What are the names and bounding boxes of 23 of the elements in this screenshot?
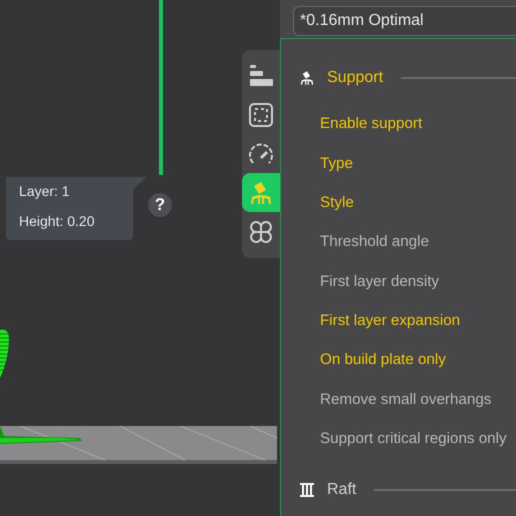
layer-info-text: Height: 0.20 <box>19 213 96 229</box>
support-icon <box>248 180 274 206</box>
shell-icon <box>248 102 274 128</box>
setting-label: Remove small overhangs <box>319 390 492 410</box>
section-title[interactable]: Raft <box>327 481 356 499</box>
setting-label: On build plate only <box>319 350 447 370</box>
setting-label: First layer density <box>319 272 440 292</box>
model-drawing <box>0 330 10 378</box>
setting-label: First layer expansion <box>319 310 462 331</box>
speed-icon <box>248 140 274 166</box>
setting-label: Type <box>319 154 354 174</box>
setting-label: Threshold angle <box>319 232 430 252</box>
quality-icon <box>248 62 274 88</box>
raft-icon <box>299 482 315 498</box>
setting-label: Support critical regions only <box>319 428 508 449</box>
other-icon <box>248 218 274 244</box>
layer-info-text: Layer: 1 <box>19 183 71 199</box>
profile-dropdown[interactable]: *0.16mm Optimal <box>293 6 516 36</box>
setting-label: Enable support <box>319 114 424 134</box>
setting-label: Style <box>319 193 355 214</box>
help-button[interactable]: ? <box>148 193 172 217</box>
support-icon <box>299 70 315 86</box>
section-title[interactable]: Support <box>327 69 384 88</box>
